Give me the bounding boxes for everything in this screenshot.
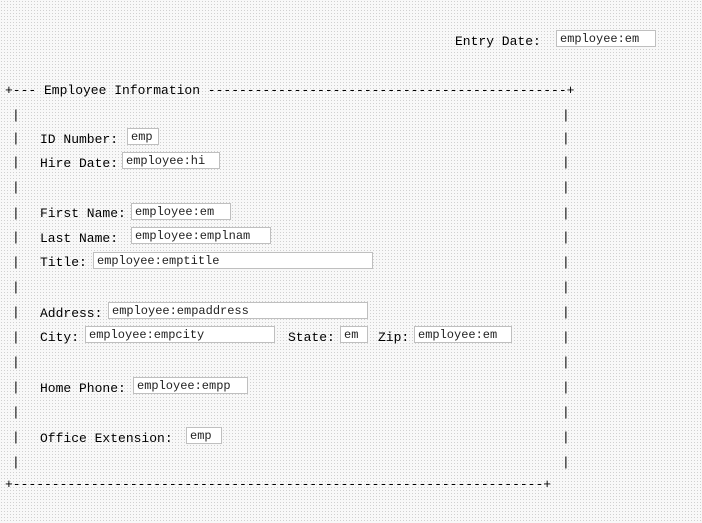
groupbox-side: | bbox=[562, 155, 570, 170]
groupbox-side: | bbox=[12, 255, 20, 270]
hire-date-label: Hire Date: bbox=[40, 156, 118, 171]
groupbox-bottom: +---------------------------------------… bbox=[5, 477, 551, 492]
address-label: Address: bbox=[40, 306, 102, 321]
groupbox-side: | bbox=[12, 330, 20, 345]
office-ext-field[interactable]: emp bbox=[186, 427, 222, 444]
first-name-field[interactable]: employee:em bbox=[131, 203, 231, 220]
home-phone-field[interactable]: employee:empp bbox=[133, 377, 248, 394]
groupbox-top-left: +--- bbox=[5, 83, 44, 98]
groupbox-side: | bbox=[562, 180, 570, 195]
groupbox-title: Employee Information bbox=[44, 83, 200, 98]
entry-date-field[interactable]: employee:em bbox=[556, 30, 656, 47]
city-label: City: bbox=[40, 330, 79, 345]
groupbox-top-right: ----------------------------------------… bbox=[200, 83, 574, 98]
groupbox-side: | bbox=[12, 455, 20, 470]
groupbox-side: | bbox=[562, 108, 570, 123]
last-name-label: Last Name: bbox=[40, 231, 118, 246]
groupbox-side: | bbox=[562, 131, 570, 146]
groupbox-side: | bbox=[12, 131, 20, 146]
state-field[interactable]: em bbox=[340, 326, 368, 343]
address-field[interactable]: employee:empaddress bbox=[108, 302, 368, 319]
zip-label: Zip: bbox=[378, 330, 409, 345]
city-field[interactable]: employee:empcity bbox=[85, 326, 275, 343]
groupbox-side: | bbox=[562, 305, 570, 320]
hire-date-field[interactable]: employee:hi bbox=[122, 152, 220, 169]
id-number-label: ID Number: bbox=[40, 132, 118, 147]
groupbox-side: | bbox=[12, 108, 20, 123]
groupbox-side: | bbox=[562, 330, 570, 345]
groupbox-side: | bbox=[12, 280, 20, 295]
groupbox-side: | bbox=[12, 206, 20, 221]
groupbox-side: | bbox=[12, 180, 20, 195]
groupbox-side: | bbox=[12, 305, 20, 320]
groupbox-side: | bbox=[12, 380, 20, 395]
zip-field[interactable]: employee:em bbox=[414, 326, 512, 343]
groupbox-side: | bbox=[12, 355, 20, 370]
home-phone-label: Home Phone: bbox=[40, 381, 126, 396]
groupbox-side: | bbox=[562, 430, 570, 445]
entry-date-label: Entry Date: bbox=[455, 34, 541, 49]
last-name-field[interactable]: employee:emplnam bbox=[131, 227, 271, 244]
groupbox-side: | bbox=[562, 455, 570, 470]
groupbox-side: | bbox=[562, 255, 570, 270]
groupbox-side: | bbox=[12, 230, 20, 245]
office-ext-label: Office Extension: bbox=[40, 431, 173, 446]
groupbox-side: | bbox=[562, 355, 570, 370]
title-field[interactable]: employee:emptitle bbox=[93, 252, 373, 269]
groupbox-side: | bbox=[562, 230, 570, 245]
groupbox-side: | bbox=[12, 155, 20, 170]
groupbox-side: | bbox=[12, 405, 20, 420]
state-label: State: bbox=[288, 330, 335, 345]
groupbox-side: | bbox=[562, 405, 570, 420]
first-name-label: First Name: bbox=[40, 206, 126, 221]
groupbox-side: | bbox=[12, 430, 20, 445]
groupbox-side: | bbox=[562, 380, 570, 395]
groupbox-side: | bbox=[562, 280, 570, 295]
groupbox-side: | bbox=[562, 206, 570, 221]
title-label: Title: bbox=[40, 255, 87, 270]
id-number-field[interactable]: emp bbox=[127, 128, 159, 145]
